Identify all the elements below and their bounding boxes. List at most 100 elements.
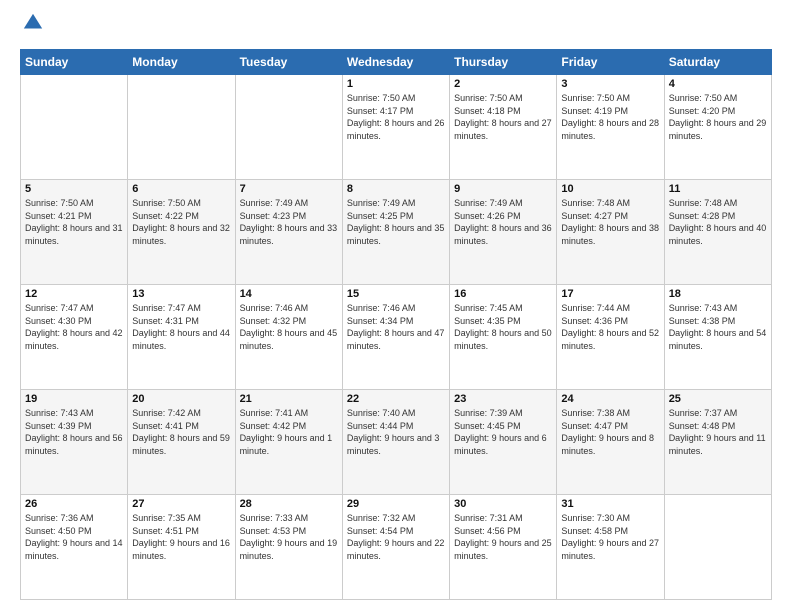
- calendar-cell: 5Sunrise: 7:50 AMSunset: 4:21 PMDaylight…: [21, 180, 128, 285]
- calendar-cell: 11 Sunrise: 7:48 AMSunset: 4:28 PMDayligh…: [664, 180, 771, 285]
- day-number: 4: [669, 78, 767, 90]
- day-number: 18: [669, 288, 767, 300]
- cell-content: Sunrise: 7:46 AMSunset: 4:34 PMDaylight:…: [347, 302, 445, 352]
- calendar-cell: 7 Sunrise: 7:49 AMSunset: 4:23 PMDaylight…: [235, 180, 342, 285]
- cell-content: Sunrise: 7:30 AMSunset: 4:58 PMDaylight:…: [561, 512, 659, 562]
- cell-content: Sunrise: 7:48 AMSunset: 4:28 PMDaylight:…: [669, 197, 767, 247]
- day-number: 5: [25, 183, 123, 195]
- calendar-cell: [128, 75, 235, 180]
- calendar-cell: 18 Sunrise: 7:43 AMSunset: 4:38 PMDayligh…: [664, 285, 771, 390]
- header: [20, 16, 772, 39]
- calendar-week-row: 26 Sunrise: 7:36 AMSunset: 4:50 PMDayligh…: [21, 495, 772, 600]
- calendar-cell: 17 Sunrise: 7:44 AMSunset: 4:36 PMDayligh…: [557, 285, 664, 390]
- cell-content: Sunrise: 7:31 AMSunset: 4:56 PMDaylight:…: [454, 512, 552, 562]
- calendar-cell: 30Sunrise: 7:31 AMSunset: 4:56 PMDayligh…: [450, 495, 557, 600]
- cell-content: Sunrise: 7:50 AMSunset: 4:17 PMDaylight:…: [347, 92, 445, 142]
- calendar-cell: 25Sunrise: 7:37 AMSunset: 4:48 PMDayligh…: [664, 390, 771, 495]
- day-number: 14: [240, 288, 338, 300]
- calendar-header-row: SundayMondayTuesdayWednesdayThursdayFrid…: [21, 50, 772, 75]
- calendar-cell: [21, 75, 128, 180]
- cell-content: Sunrise: 7:50 AMSunset: 4:19 PMDaylight:…: [561, 92, 659, 142]
- calendar-week-row: 5Sunrise: 7:50 AMSunset: 4:21 PMDaylight…: [21, 180, 772, 285]
- calendar-cell: 19 Sunrise: 7:43 AMSunset: 4:39 PMDayligh…: [21, 390, 128, 495]
- cell-content: Sunrise: 7:48 AMSunset: 4:27 PMDaylight:…: [561, 197, 659, 247]
- logo-icon: [22, 12, 44, 34]
- cell-content: Sunrise: 7:38 AMSunset: 4:47 PMDaylight:…: [561, 407, 659, 457]
- calendar-cell: 27 Sunrise: 7:35 AMSunset: 4:51 PMDayligh…: [128, 495, 235, 600]
- day-number: 29: [347, 498, 445, 510]
- calendar-week-row: 1Sunrise: 7:50 AMSunset: 4:17 PMDaylight…: [21, 75, 772, 180]
- calendar-cell: 13Sunrise: 7:47 AMSunset: 4:31 PMDayligh…: [128, 285, 235, 390]
- cell-content: Sunrise: 7:44 AMSunset: 4:36 PMDaylight:…: [561, 302, 659, 352]
- cell-content: Sunrise: 7:39 AMSunset: 4:45 PMDaylight:…: [454, 407, 552, 457]
- calendar-header-sunday: Sunday: [21, 50, 128, 75]
- calendar-cell: 6 Sunrise: 7:50 AMSunset: 4:22 PMDaylight…: [128, 180, 235, 285]
- cell-content: Sunrise: 7:49 AMSunset: 4:25 PMDaylight:…: [347, 197, 445, 247]
- calendar-cell: 31 Sunrise: 7:30 AMSunset: 4:58 PMDayligh…: [557, 495, 664, 600]
- cell-content: Sunrise: 7:33 AMSunset: 4:53 PMDaylight:…: [240, 512, 338, 562]
- day-number: 13: [132, 288, 230, 300]
- calendar-week-row: 12 Sunrise: 7:47 AMSunset: 4:30 PMDayligh…: [21, 285, 772, 390]
- calendar-header-saturday: Saturday: [664, 50, 771, 75]
- day-number: 31: [561, 498, 659, 510]
- cell-content: Sunrise: 7:46 AMSunset: 4:32 PMDaylight:…: [240, 302, 338, 352]
- day-number: 20: [132, 393, 230, 405]
- day-number: 2: [454, 78, 552, 90]
- day-number: 11: [669, 183, 767, 195]
- calendar-cell: [235, 75, 342, 180]
- day-number: 12: [25, 288, 123, 300]
- cell-content: Sunrise: 7:47 AMSunset: 4:30 PMDaylight:…: [25, 302, 123, 352]
- cell-content: Sunrise: 7:50 AMSunset: 4:22 PMDaylight:…: [132, 197, 230, 247]
- day-number: 7: [240, 183, 338, 195]
- calendar-header-monday: Monday: [128, 50, 235, 75]
- cell-content: Sunrise: 7:43 AMSunset: 4:39 PMDaylight:…: [25, 407, 123, 457]
- day-number: 17: [561, 288, 659, 300]
- day-number: 23: [454, 393, 552, 405]
- calendar-header-wednesday: Wednesday: [342, 50, 449, 75]
- day-number: 8: [347, 183, 445, 195]
- day-number: 27: [132, 498, 230, 510]
- calendar-cell: 8 Sunrise: 7:49 AMSunset: 4:25 PMDaylight…: [342, 180, 449, 285]
- calendar-cell: 4 Sunrise: 7:50 AMSunset: 4:20 PMDaylight…: [664, 75, 771, 180]
- day-number: 26: [25, 498, 123, 510]
- calendar-cell: 22 Sunrise: 7:40 AMSunset: 4:44 PMDayligh…: [342, 390, 449, 495]
- day-number: 3: [561, 78, 659, 90]
- calendar-cell: 26 Sunrise: 7:36 AMSunset: 4:50 PMDayligh…: [21, 495, 128, 600]
- cell-content: Sunrise: 7:37 AMSunset: 4:48 PMDaylight:…: [669, 407, 767, 457]
- calendar-cell: 20 Sunrise: 7:42 AMSunset: 4:41 PMDayligh…: [128, 390, 235, 495]
- calendar-cell: 21 Sunrise: 7:41 AMSunset: 4:42 PMDayligh…: [235, 390, 342, 495]
- calendar-cell: 15 Sunrise: 7:46 AMSunset: 4:34 PMDayligh…: [342, 285, 449, 390]
- day-number: 16: [454, 288, 552, 300]
- day-number: 21: [240, 393, 338, 405]
- calendar-cell: 24 Sunrise: 7:38 AMSunset: 4:47 PMDayligh…: [557, 390, 664, 495]
- calendar-header-friday: Friday: [557, 50, 664, 75]
- calendar-table: SundayMondayTuesdayWednesdayThursdayFrid…: [20, 49, 772, 600]
- calendar-header-thursday: Thursday: [450, 50, 557, 75]
- cell-content: Sunrise: 7:36 AMSunset: 4:50 PMDaylight:…: [25, 512, 123, 562]
- logo: [20, 16, 44, 39]
- calendar-week-row: 19 Sunrise: 7:43 AMSunset: 4:39 PMDayligh…: [21, 390, 772, 495]
- cell-content: Sunrise: 7:42 AMSunset: 4:41 PMDaylight:…: [132, 407, 230, 457]
- calendar-header-tuesday: Tuesday: [235, 50, 342, 75]
- calendar-cell: 14 Sunrise: 7:46 AMSunset: 4:32 PMDayligh…: [235, 285, 342, 390]
- cell-content: Sunrise: 7:43 AMSunset: 4:38 PMDaylight:…: [669, 302, 767, 352]
- cell-content: Sunrise: 7:49 AMSunset: 4:23 PMDaylight:…: [240, 197, 338, 247]
- cell-content: Sunrise: 7:35 AMSunset: 4:51 PMDaylight:…: [132, 512, 230, 562]
- calendar-cell: 2Sunrise: 7:50 AMSunset: 4:18 PMDaylight…: [450, 75, 557, 180]
- day-number: 24: [561, 393, 659, 405]
- cell-content: Sunrise: 7:50 AMSunset: 4:20 PMDaylight:…: [669, 92, 767, 142]
- cell-content: Sunrise: 7:41 AMSunset: 4:42 PMDaylight:…: [240, 407, 338, 457]
- calendar-cell: 9 Sunrise: 7:49 AMSunset: 4:26 PMDaylight…: [450, 180, 557, 285]
- cell-content: Sunrise: 7:32 AMSunset: 4:54 PMDaylight:…: [347, 512, 445, 562]
- day-number: 15: [347, 288, 445, 300]
- calendar-cell: 1Sunrise: 7:50 AMSunset: 4:17 PMDaylight…: [342, 75, 449, 180]
- calendar-cell: 28Sunrise: 7:33 AMSunset: 4:53 PMDayligh…: [235, 495, 342, 600]
- calendar-cell: 10Sunrise: 7:48 AMSunset: 4:27 PMDayligh…: [557, 180, 664, 285]
- calendar-cell: 23 Sunrise: 7:39 AMSunset: 4:45 PMDayligh…: [450, 390, 557, 495]
- cell-content: Sunrise: 7:40 AMSunset: 4:44 PMDaylight:…: [347, 407, 445, 457]
- day-number: 6: [132, 183, 230, 195]
- day-number: 19: [25, 393, 123, 405]
- day-number: 9: [454, 183, 552, 195]
- cell-content: Sunrise: 7:49 AMSunset: 4:26 PMDaylight:…: [454, 197, 552, 247]
- day-number: 22: [347, 393, 445, 405]
